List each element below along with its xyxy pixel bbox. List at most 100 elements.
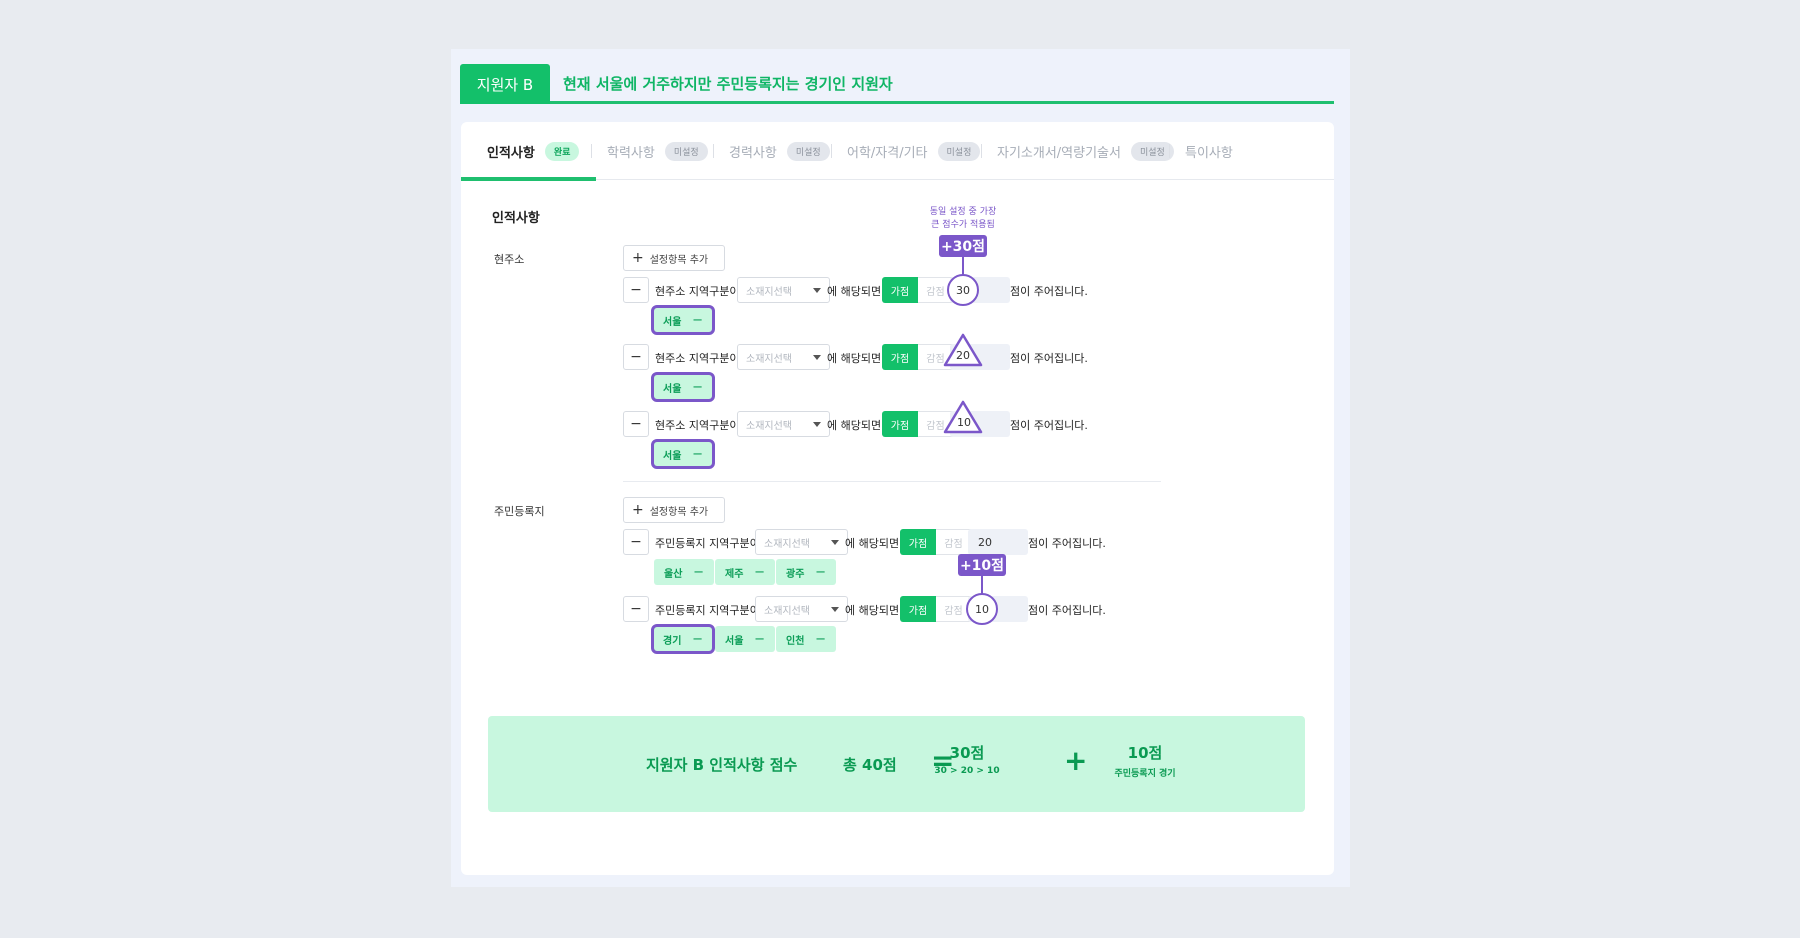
tab-education[interactable]: 학력사항 미설정 [607, 122, 708, 180]
add-points-option[interactable]: 가점 [882, 344, 918, 370]
annotation-note-line: 동일 설정 중 가장 [929, 207, 997, 217]
rule-condition: 현주소 지역구분이 [655, 352, 740, 365]
plus-icon: + [632, 250, 644, 266]
region-chip-label: 서울 [663, 383, 682, 395]
add-points-option[interactable]: 가점 [882, 411, 918, 437]
summary-title: 지원자 B 인적사항 점수 [646, 756, 798, 774]
tab-status-badge: 완료 [544, 141, 580, 161]
tab-label: 경력사항 [729, 145, 777, 161]
applicant-badge: 지원자 B [460, 64, 550, 104]
remove-rule-button[interactable]: − [623, 596, 649, 622]
summary-part2-detail: 주민등록지 경기 [1114, 769, 1176, 779]
score-input[interactable]: 20 [968, 529, 1028, 555]
add-points-option[interactable]: 가점 [900, 596, 936, 622]
registered-address-label: 주민등록지 [494, 505, 545, 518]
region-chip-label: 경기 [663, 635, 682, 647]
region-select-placeholder: 소재지선택 [746, 353, 792, 365]
applicant-panel: 지원자 B 현재 서울에 거주하지만 주민등록지는 경기인 지원자 인적사항 완… [451, 49, 1350, 887]
caret-down-icon [831, 607, 839, 612]
points-tag: +30점 [939, 235, 987, 257]
applicant-description: 현재 서울에 거주하지만 주민등록지는 경기인 지원자 [563, 75, 893, 93]
points-tag-connector [981, 576, 983, 594]
caret-down-icon [813, 422, 821, 427]
tab-status-badge: 미설정 [937, 141, 981, 161]
region-chip-label: 광주 [786, 568, 805, 580]
region-chip: 제주 − [715, 559, 775, 585]
caret-down-icon [831, 540, 839, 545]
tab-divider [1169, 144, 1170, 158]
section-title: 인적사항 [492, 211, 540, 226]
region-select-placeholder: 소재지선택 [764, 605, 810, 617]
tab-divider [713, 144, 714, 158]
remove-rule-button[interactable]: − [623, 529, 649, 555]
add-setting-button[interactable]: + 설정항목 추가 [623, 497, 725, 523]
tab-status-badge: 미설정 [664, 141, 708, 161]
region-select-placeholder: 소재지선택 [746, 286, 792, 298]
points-given-text: 점이 주어집니다. [1028, 537, 1106, 550]
region-chip-label: 서울 [663, 316, 682, 328]
region-chip: 경기 − [651, 624, 715, 654]
summary-total: 총 40점 [843, 756, 897, 774]
tab-status-badge: 미설정 [1130, 141, 1174, 161]
region-select[interactable]: 소재지선택 [737, 411, 830, 437]
region-chip-label: 제주 [725, 568, 744, 580]
remove-chip-icon[interactable]: − [754, 632, 765, 647]
points-tag: +10점 [958, 554, 1006, 576]
points-type-toggle: 가점 감점 [900, 529, 972, 555]
annotation-note: 동일 설정 중 가장 큰 점수가 적용됨 [925, 206, 1001, 232]
remove-rule-button[interactable]: − [623, 411, 649, 437]
region-chip: 서울 − [651, 439, 715, 469]
if-match-text: 에 해당되면 [827, 419, 882, 432]
points-given-text: 점이 주어집니다. [1010, 285, 1088, 298]
points-given-text: 점이 주어집니다. [1028, 604, 1106, 617]
tab-label: 어학/자격/기타 [847, 145, 928, 161]
remove-chip-icon[interactable]: − [692, 632, 703, 647]
plus-icon: + [632, 502, 644, 518]
tab-label: 학력사항 [607, 145, 655, 161]
points-tag-connector [962, 257, 964, 275]
add-points-option[interactable]: 가점 [900, 529, 936, 555]
region-chip: 서울 − [651, 372, 715, 402]
remove-rule-button[interactable]: − [623, 277, 649, 303]
remove-chip-icon[interactable]: − [692, 313, 703, 328]
current-address-label: 현주소 [494, 253, 525, 266]
remove-chip-icon[interactable]: − [815, 632, 826, 647]
rule-condition: 주민등록지 지역구분이 [655, 604, 760, 617]
summary-part1-value: 30점 [949, 744, 985, 762]
region-chip-label: 울산 [664, 568, 683, 580]
annotation-note-line: 큰 점수가 적용됨 [931, 220, 995, 230]
region-chip: 서울 − [715, 626, 775, 652]
summary-part1-detail: 30 > 20 > 10 [934, 766, 1000, 776]
region-select-placeholder: 소재지선택 [764, 538, 810, 550]
remove-chip-icon[interactable]: − [754, 565, 765, 580]
region-select[interactable]: 소재지선택 [737, 344, 830, 370]
add-points-option[interactable]: 가점 [882, 277, 918, 303]
region-chip: 인천 − [776, 626, 836, 652]
caret-down-icon [813, 355, 821, 360]
remove-chip-icon[interactable]: − [815, 565, 826, 580]
remove-rule-button[interactable]: − [623, 344, 649, 370]
tab-label: 인적사항 [487, 145, 535, 161]
tab-personal-info[interactable]: 인적사항 완료 [461, 122, 597, 181]
rule-condition: 현주소 지역구분이 [655, 419, 740, 432]
add-setting-button[interactable]: + 설정항목 추가 [623, 245, 725, 271]
tab-special-notes[interactable]: 특이사항 [1185, 122, 1334, 180]
region-select[interactable]: 소재지선택 [755, 596, 848, 622]
remove-chip-icon[interactable]: − [692, 447, 703, 462]
region-chip-label: 서울 [663, 450, 682, 462]
tab-self-intro[interactable]: 자기소개서/역량기술서 미설정 [997, 122, 1174, 180]
tab-divider [831, 144, 832, 158]
remove-chip-icon[interactable]: − [692, 380, 703, 395]
region-select[interactable]: 소재지선택 [755, 529, 848, 555]
if-match-text: 에 해당되면 [845, 604, 900, 617]
tab-label: 특이사항 [1185, 145, 1233, 161]
tab-label: 자기소개서/역량기술서 [997, 145, 1121, 161]
tab-language-license[interactable]: 어학/자격/기타 미설정 [847, 122, 981, 180]
if-match-text: 에 해당되면 [845, 537, 900, 550]
tab-career[interactable]: 경력사항 미설정 [729, 122, 830, 180]
deduct-points-option[interactable]: 감점 [936, 529, 972, 555]
points-type-toggle: 가점 감점 [900, 596, 972, 622]
remove-chip-icon[interactable]: − [693, 565, 704, 580]
region-select[interactable]: 소재지선택 [737, 277, 830, 303]
rule-condition: 현주소 지역구분이 [655, 285, 740, 298]
